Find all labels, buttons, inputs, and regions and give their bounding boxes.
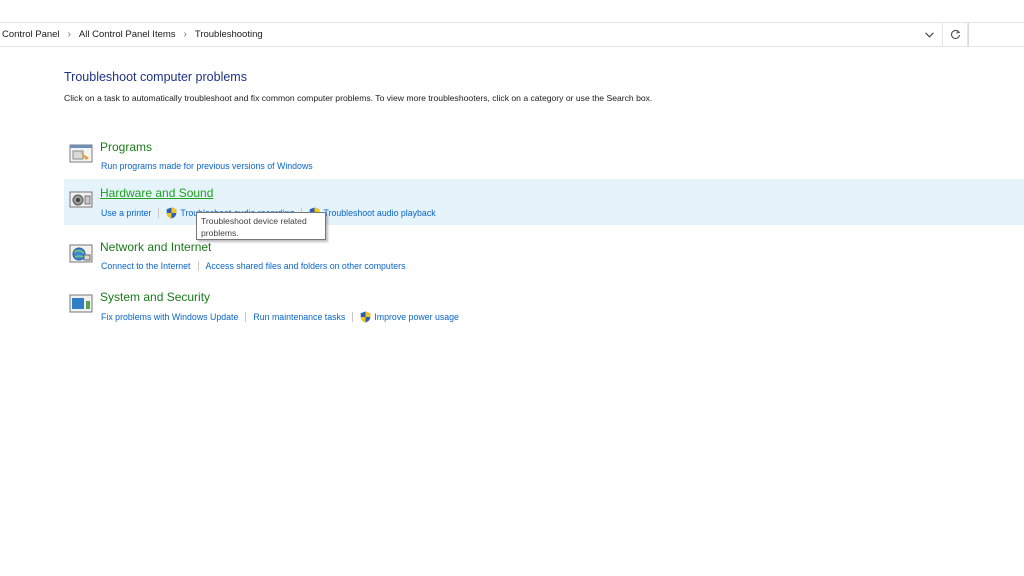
- hardware-sound-icon[interactable]: [69, 189, 93, 211]
- link-run-older-programs[interactable]: Run programs made for previous versions …: [101, 161, 313, 171]
- category-title-programs[interactable]: Programs: [100, 140, 152, 154]
- link-troubleshoot-audio-playback[interactable]: Troubleshoot audio playback: [309, 207, 436, 219]
- troubleshooting-window: Control Panel › All Control Panel Items …: [0, 0, 1024, 576]
- category-links-system: Fix problems with Windows Update Run mai…: [101, 311, 459, 323]
- chevron-right-icon[interactable]: ›: [62, 29, 77, 40]
- link-use-a-printer[interactable]: Use a printer: [101, 208, 151, 218]
- page-description: Click on a task to automatically trouble…: [64, 93, 653, 103]
- link-fix-windows-update[interactable]: Fix problems with Windows Update: [101, 312, 238, 322]
- link-improve-power-usage[interactable]: Improve power usage: [360, 311, 459, 323]
- link-divider: [158, 208, 160, 218]
- uac-shield-icon: [167, 207, 177, 219]
- address-buttons: [916, 23, 968, 46]
- chevron-down-icon[interactable]: [916, 23, 942, 46]
- breadcrumb-control-panel[interactable]: Control Panel: [0, 29, 62, 40]
- breadcrumb-troubleshooting[interactable]: Troubleshooting: [193, 29, 265, 40]
- tooltip: Troubleshoot device related problems.: [196, 212, 326, 240]
- category-system-and-security: System and Security Fix problems with Wi…: [64, 283, 1024, 329]
- link-divider: [245, 312, 247, 322]
- link-label: Troubleshoot audio playback: [323, 208, 436, 218]
- category-links-programs: Run programs made for previous versions …: [101, 161, 313, 171]
- chevron-right-icon[interactable]: ›: [178, 29, 193, 40]
- network-icon[interactable]: [69, 243, 93, 265]
- category-title-system-and-security[interactable]: System and Security: [100, 290, 210, 304]
- system-security-icon[interactable]: [69, 293, 93, 315]
- breadcrumb: Control Panel › All Control Panel Items …: [0, 23, 265, 46]
- programs-icon[interactable]: [69, 143, 93, 165]
- refresh-icon[interactable]: [942, 23, 968, 46]
- category-title-network-and-internet[interactable]: Network and Internet: [100, 240, 211, 254]
- category-title-hardware-and-sound[interactable]: Hardware and Sound: [100, 186, 213, 200]
- category-programs: Programs Run programs made for previous …: [64, 133, 1024, 179]
- breadcrumb-all-items[interactable]: All Control Panel Items: [77, 29, 178, 40]
- link-run-maintenance-tasks[interactable]: Run maintenance tasks: [253, 312, 345, 322]
- search-input[interactable]: [968, 23, 1024, 46]
- uac-shield-icon: [361, 311, 371, 323]
- link-access-shared-files[interactable]: Access shared files and folders on other…: [206, 261, 406, 271]
- page-title: Troubleshoot computer problems: [64, 70, 247, 84]
- link-connect-to-internet[interactable]: Connect to the Internet: [101, 261, 191, 271]
- link-divider: [352, 312, 354, 322]
- category-links-network: Connect to the Internet Access shared fi…: [101, 261, 406, 271]
- link-divider: [197, 261, 199, 271]
- address-bar[interactable]: Control Panel › All Control Panel Items …: [0, 22, 1024, 47]
- link-label: Improve power usage: [374, 312, 459, 322]
